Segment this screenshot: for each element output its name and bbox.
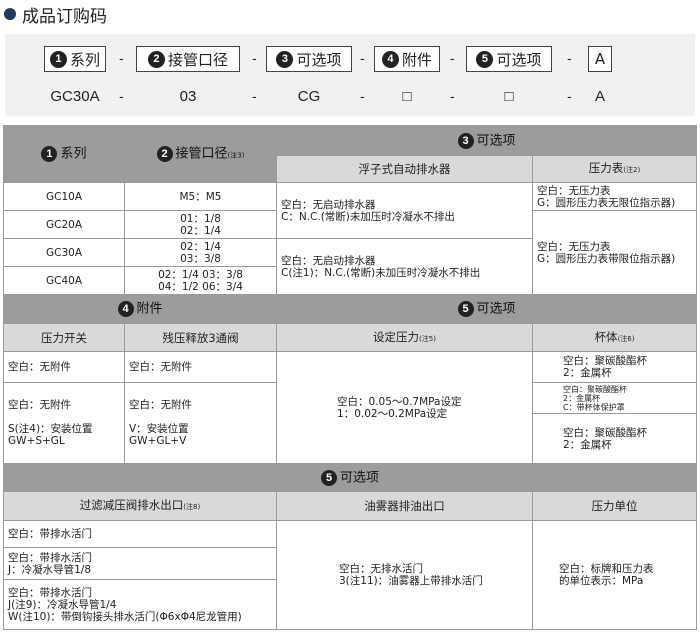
series-port-option-table: 1 系列 2 接管口径(注3) 3 可选项 浮子式自动排水器 压力表(注2) GC10… (3, 125, 698, 295)
drain-cell: 空白：带排水活门 J(注9)：冷凝水导管1/4 W(注10)：带倒钩接头排水活门(Φ… (3, 579, 277, 630)
header-series: 1 系列 (3, 125, 125, 183)
series-cell: GC10A (3, 182, 125, 211)
code-seg-option3: 3 可选项 (266, 46, 352, 72)
port-cell: M5：M5 (124, 182, 277, 211)
subheader-bowl: 杯体(注6) (532, 323, 698, 352)
series-cell: GC40A (3, 266, 125, 295)
port-cell: 02：1/4 03：3/8 (124, 238, 277, 267)
header-port: 2 接管口径(注3) (124, 125, 277, 183)
drain-cell: 空白：带排水活门 (3, 520, 277, 548)
header-option3: 3 可选项 (275, 125, 698, 156)
set-pressure-cell: 空白：0.05～0.7MPa设定 1：0.02～0.2MPa设定 (276, 351, 534, 464)
bowl-cell: 空白：聚碳酸酯杯 2：金属杯 C：带杯体保护罩 (532, 382, 698, 414)
switch-cell: 空白：无附件 (3, 351, 125, 383)
subheader-drain-outlet: 过滤减压阀排水出口(注8) (3, 491, 277, 521)
code-seg-series: 1 系列 (44, 46, 106, 72)
code-seg-port: 2 接管口径 (136, 46, 240, 72)
valve-cell: 空白：无附件 V：安装位置 GW+GL+V (123, 382, 278, 464)
mist-cell: 空白：无排水活门 3(注11)：油雾器上带排水活门 (276, 520, 533, 630)
subheader-float-drain: 浮子式自动排水器 (276, 155, 533, 183)
page-title: 成品订购码 (4, 2, 107, 27)
accessory-option-table: 4 附件 5 可选项 压力开关 残压释放3通阀 设定压力(注5) 杯体(注6) 空白… (2, 294, 698, 464)
code-seg-unit: A (588, 46, 612, 72)
subheader-gauge: 压力表(注2) (531, 155, 698, 183)
header-option5-b: 5 可选项 (2, 463, 698, 492)
bowl-cell: 空白：聚碳酸酯杯 2：金属杯 (532, 413, 698, 464)
bullet-icon (4, 8, 16, 20)
series-cell: GC30A (3, 238, 125, 267)
bowl-cell: 空白：聚碳酸酯杯 2：金属杯 (532, 351, 698, 383)
port-cell: 02：1/4 03：3/8 04：1/2 06：3/4 (124, 266, 277, 295)
unit-cell: 空白：标牌和压力表 的单位表示：MPa (531, 520, 698, 630)
switch-cell: 空白：无附件 S(注4)：安装位置 GW+S+GL (3, 382, 125, 464)
float-drain-cell: 空白：无启动排水器 C(注1)：N.C.(常断)未加压时冷凝水不排出 (276, 238, 533, 295)
port-cell: 01：1/8 02：1/4 (124, 210, 277, 239)
gauge-cell: 空白：无压力表 G：圆形压力表带限位指示器) (531, 210, 698, 295)
gauge-cell: 空白：无压力表 G：圆形压力表无限位指示器) (531, 182, 698, 211)
order-code-panel: 1 系列 - 2 接管口径 - 3 可选项 - 4 附件 - 5 可选项 - A GC30… (5, 34, 695, 116)
code-seg-option5: 5 可选项 (466, 46, 552, 72)
valve-cell: 空白：无附件 (123, 351, 278, 383)
float-drain-cell: 空白：无启动排水器 C：N.C.(常断)未加压时冷凝水不排出 (276, 182, 533, 239)
subheader-mist-outlet: 油雾器排油出口 (276, 491, 533, 521)
subheader-relief-valve: 残压释放3通阀 (123, 323, 278, 352)
subheader-pressure-switch: 压力开关 (3, 323, 125, 352)
code-seg-accessory: 4 附件 (374, 46, 440, 72)
header-option5: 5 可选项 (276, 294, 698, 324)
header-accessory: 4 附件 (2, 294, 278, 324)
subheader-set-pressure: 设定压力(注5) (276, 323, 534, 352)
subheader-pressure-unit: 压力单位 (531, 491, 698, 521)
drain-unit-option-table: 5 可选项 过滤减压阀排水出口(注8) 油雾器排油出口 压力单位 空白：带排水活门… (2, 463, 698, 630)
drain-cell: 空白：带排水活门 J：冷凝水导管1/8 (3, 547, 277, 580)
series-cell: GC20A (3, 210, 125, 239)
